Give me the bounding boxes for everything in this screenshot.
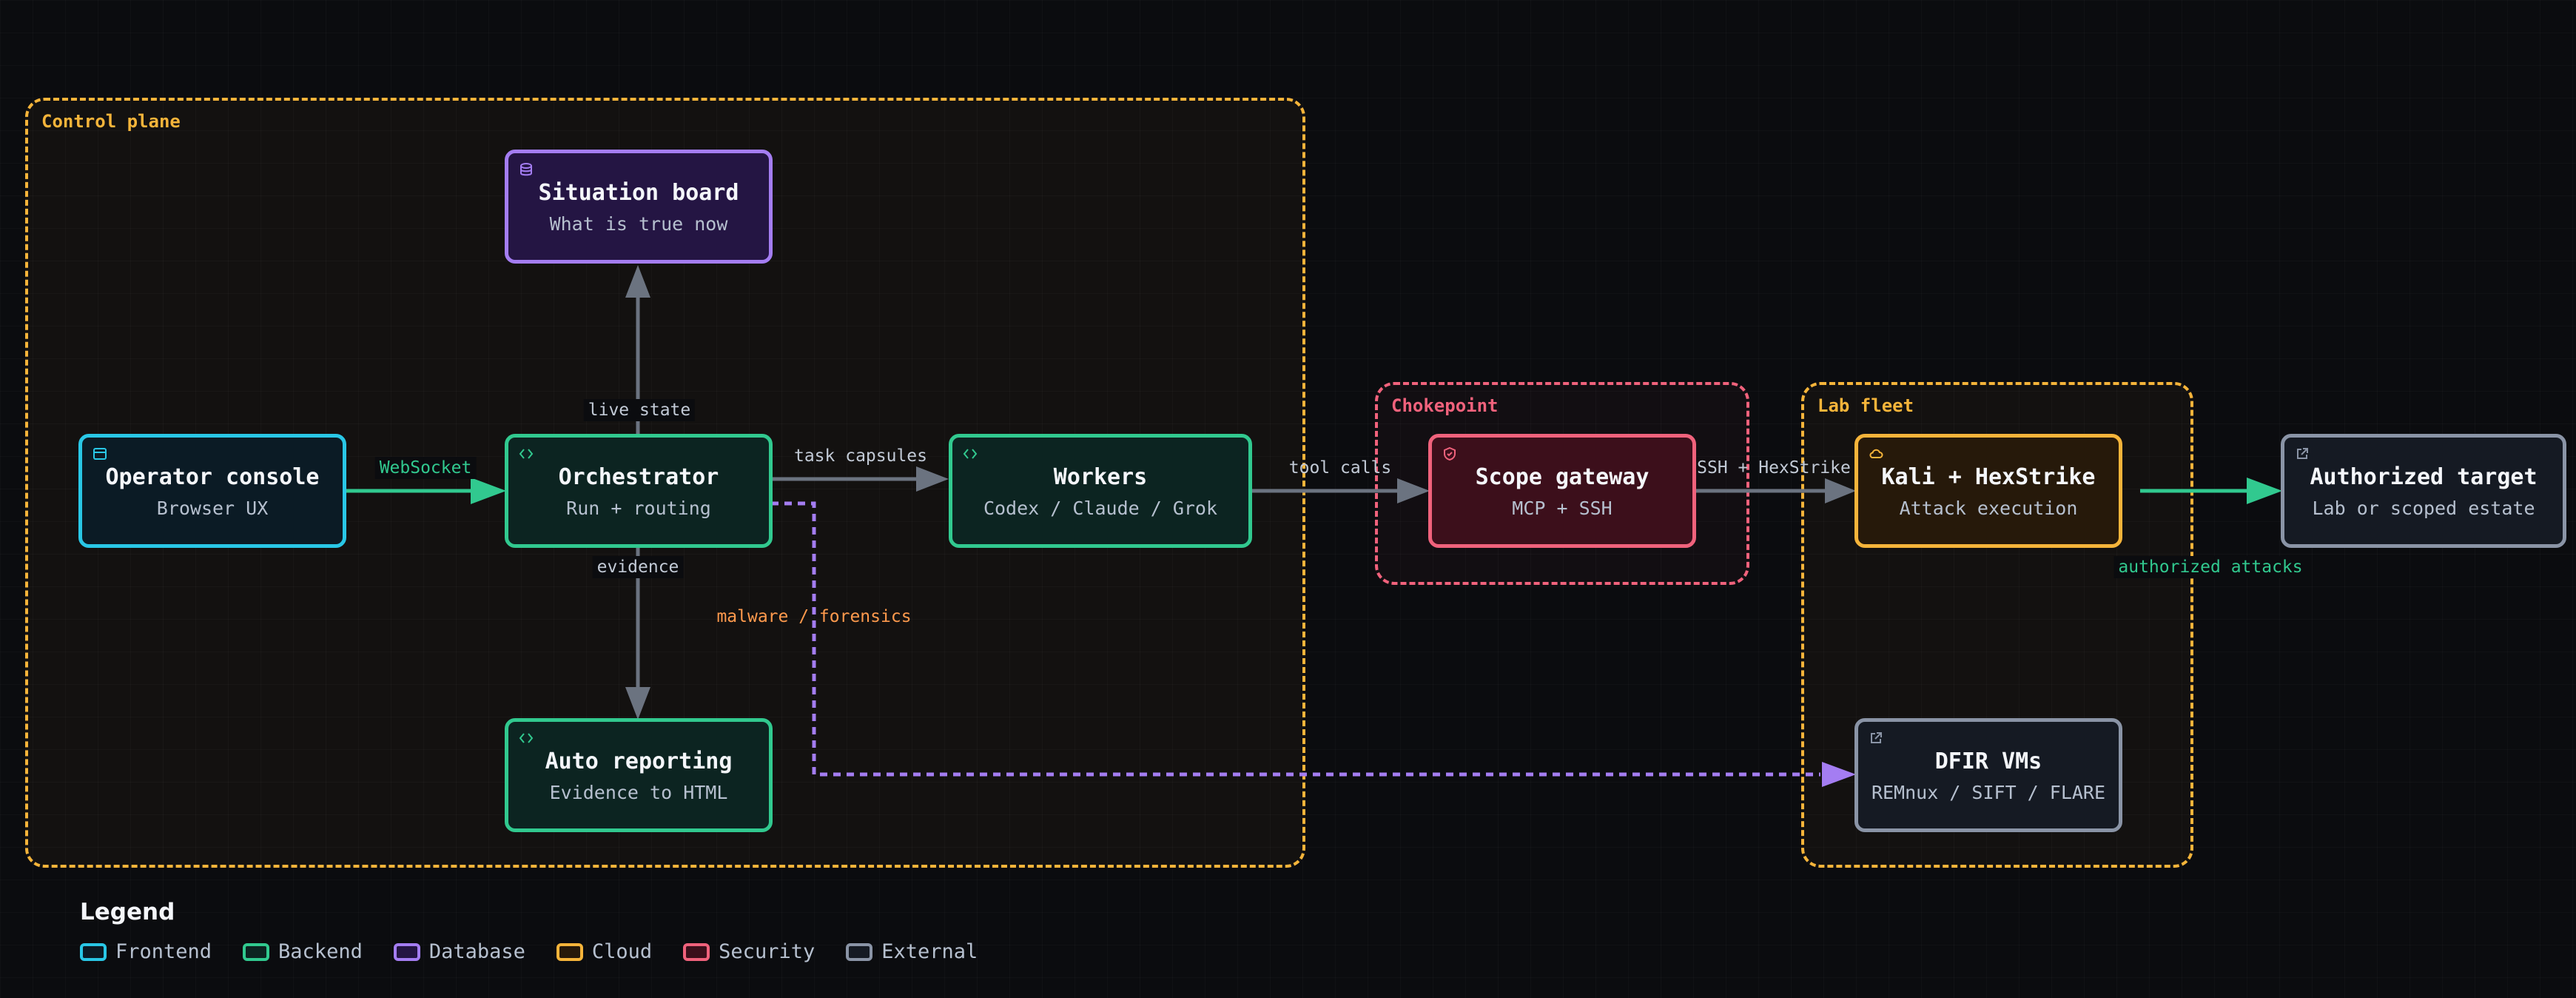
edge-label-live-state: live state [583,399,696,421]
node-subtitle: What is true now [549,213,728,235]
node-workers[interactable]: Workers Codex / Claude / Grok [949,434,1252,548]
legend-label: External [881,940,978,963]
legend-label: Database [428,940,525,963]
legend-label: Backend [278,940,363,963]
arrowhead [2247,478,2282,504]
node-subtitle: MCP + SSH [1512,498,1612,519]
node-authorized-target[interactable]: Authorized target Lab or scoped estate [2281,434,2566,548]
node-title: Auto reporting [545,748,733,774]
legend: Frontend Backend Database Cloud Security… [80,940,978,963]
node-situation-board[interactable]: Situation board What is true now [505,150,773,264]
legend-title: Legend [80,899,175,925]
node-title: Operator console [105,464,320,490]
legend-label: Cloud [591,940,653,963]
legend-item-external: External [846,940,978,963]
connectors [346,265,2282,787]
browser-window-icon [93,448,107,460]
legend-item-frontend: Frontend [80,940,212,963]
node-title: Kali + HexStrike [1881,464,2096,490]
database-icon [520,163,532,176]
node-operator-console[interactable]: Operator console Browser UX [78,434,346,548]
external-link-icon [1871,732,1882,743]
node-title: Situation board [538,180,739,206]
legend-item-database: Database [393,940,525,963]
shield-icon [1444,446,1456,461]
node-subtitle: Browser UX [156,498,269,519]
node-subtitle: Lab or scoped estate [2312,498,2535,519]
cloud-icon [1869,449,1883,458]
node-subtitle: Evidence to HTML [549,782,728,803]
node-title: Scope gateway [1475,464,1649,490]
arrowhead [625,687,650,720]
arrowhead [1825,478,1856,503]
edge-label-tool-calls: tool calls [1288,458,1392,478]
edge-label-websocket: WebSocket [374,457,477,479]
node-title: DFIR VMs [1934,748,2042,774]
node-orchestrator[interactable]: Orchestrator Run + routing [505,434,773,548]
node-subtitle: REMnux / SIFT / FLARE [1871,782,2106,803]
code-brackets-icon [519,449,534,459]
node-title: Authorized target [2310,464,2538,490]
legend-swatch [393,942,420,961]
edge-label-task-capsules: task capsules [793,446,928,466]
code-brackets-icon [519,733,534,743]
edge-label-authorized-attacks: authorized attacks [2113,556,2307,578]
node-subtitle: Codex / Claude / Grok [983,498,1218,519]
legend-label: Security [719,940,815,963]
code-brackets-icon [963,449,978,459]
node-auto-reporting[interactable]: Auto reporting Evidence to HTML [505,718,773,832]
legend-swatch [243,942,270,961]
legend-swatch [556,942,583,961]
legend-item-cloud: Cloud [556,940,652,963]
edge-label-evidence: evidence [592,556,684,578]
legend-swatch [80,942,107,961]
arrowhead [625,265,650,298]
edge-label-ssh-hexstrike: SSH + HexStrike [1697,458,1851,478]
node-title: Workers [1053,464,1148,490]
node-dfir-vms[interactable]: DFIR VMs REMnux / SIFT / FLARE [1854,718,2122,832]
node-kali-hexstrike[interactable]: Kali + HexStrike Attack execution [1854,434,2122,548]
legend-item-backend: Backend [243,940,363,963]
legend-item-security: Security [683,940,815,963]
arrowhead [916,466,949,492]
legend-swatch [683,942,710,961]
node-scope-gateway[interactable]: Scope gateway MCP + SSH [1428,434,1696,548]
legend-swatch [846,942,873,961]
node-subtitle: Attack execution [1899,498,2078,519]
edge-label-malware-forensics: malware / forensics [716,607,912,626]
node-title: Orchestrator [558,464,719,490]
legend-label: Frontend [115,940,212,963]
node-subtitle: Run + routing [566,498,711,519]
arrowhead [1822,762,1856,787]
arrowhead [471,478,506,504]
external-link-icon [2297,448,2308,459]
arrowhead [1397,478,1430,503]
architecture-diagram: Control plane Chokepoint Lab fleet WebSo… [0,0,2576,998]
